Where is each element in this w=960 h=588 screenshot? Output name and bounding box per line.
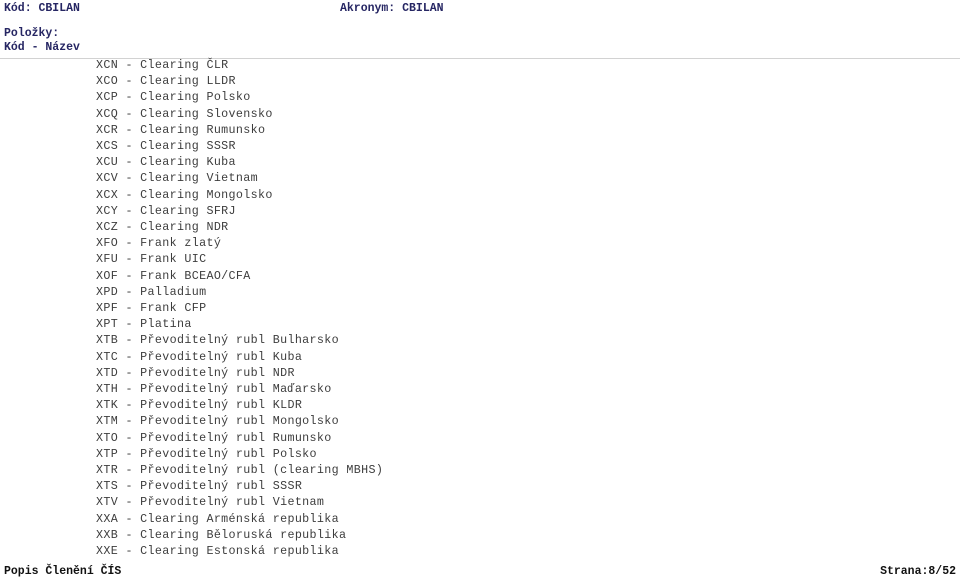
list-item: XOF - Frank BCEAO/CFA — [96, 268, 251, 283]
list-item: XCR - Clearing Rumunsko — [96, 122, 266, 137]
list-item: XCO - Clearing LLDR — [96, 74, 236, 89]
list-item: XCP - Clearing Polsko — [96, 90, 251, 105]
column-headers-label: Kód - Název — [4, 41, 80, 54]
list-item: XTV - Převoditelný rubl Vietnam — [96, 495, 325, 510]
list-item: XTB - Převoditelný rubl Bulharsko — [96, 333, 339, 348]
list-item: XCS - Clearing SSSR — [96, 139, 236, 154]
items-section-label: Položky: — [4, 27, 60, 40]
list-item: XTC - Převoditelný rubl Kuba — [96, 349, 303, 364]
list-item: XTM - Převoditelný rubl Mongolsko — [96, 414, 339, 429]
list-item: XFO - Frank zlatý — [96, 236, 222, 251]
list-item: XPD - Palladium — [96, 284, 207, 299]
list-item: XCY - Clearing SFRJ — [96, 203, 236, 218]
list-item: XCX - Clearing Mongolsko — [96, 187, 273, 202]
record-acronym-label: Akronym: CBILAN — [340, 2, 444, 15]
list-item: XCV - Clearing Vietnam — [96, 171, 258, 186]
list-item: XFU - Frank UIC — [96, 252, 207, 267]
list-item: XXB - Clearing Běloruská republika — [96, 527, 347, 542]
list-item: XXE - Clearing Estonská republika — [96, 544, 339, 559]
list-item: XTO - Převoditelný rubl Rumunsko — [96, 430, 332, 445]
list-item: XPF - Frank CFP — [96, 301, 207, 316]
list-item: XCU - Clearing Kuba — [96, 155, 236, 170]
list-item: XCQ - Clearing Slovensko — [96, 106, 273, 121]
record-code-label: Kód: CBILAN — [4, 2, 80, 15]
footer-title: Popis Členění ČÍS — [4, 565, 122, 578]
list-item: XTP - Převoditelný rubl Polsko — [96, 446, 317, 461]
list-item: XCZ - Clearing NDR — [96, 220, 229, 235]
list-item: XXA - Clearing Arménská republika — [96, 511, 339, 526]
list-item: XTR - Převoditelný rubl (clearing MBHS) — [96, 463, 384, 478]
document-footer: Popis Členění ČÍS Strana:8/52 — [0, 565, 960, 585]
code-name-list: XCN - Clearing ČLR XCO - Clearing LLDR XCP… — [96, 57, 916, 559]
list-item: XPT - Platina — [96, 317, 192, 332]
document-header: Kód: CBILAN Akronym: CBILAN Položky: Kód… — [0, 0, 960, 54]
footer-page-number: Strana:8/52 — [880, 565, 956, 578]
list-item: XTK - Převoditelný rubl KLDR — [96, 398, 303, 413]
list-item: XTH - Převoditelný rubl Maďarsko — [96, 382, 332, 397]
list-item: XCN - Clearing ČLR — [96, 58, 229, 72]
list-item: XTS - Převoditelný rubl SSSR — [96, 479, 303, 494]
list-item: XTD - Převoditelný rubl NDR — [96, 365, 295, 380]
